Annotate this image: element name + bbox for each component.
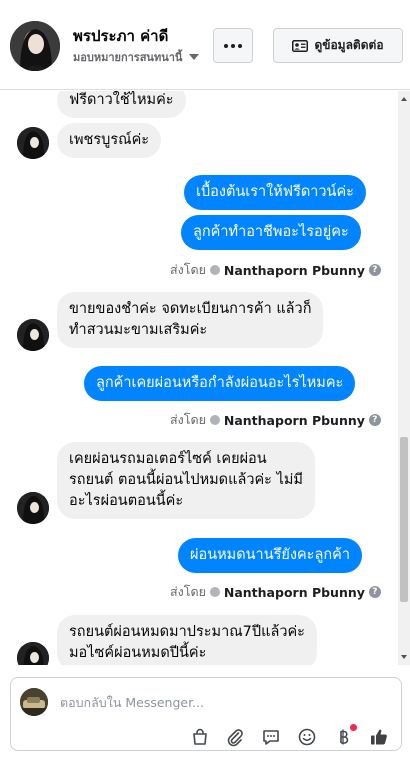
- incoming-message: ขายของชำค่ะ จดทะเบียนการค้า แล้วก็ ทำสวน…: [57, 292, 324, 348]
- message-text: ผ่อนหมดนานรึยังคะลูกค้า: [190, 547, 350, 563]
- contact-name: พรประภา ค่าดี: [73, 27, 169, 45]
- message-text: ลูกค้าเคยผ่อนหรือกำลังผ่อนอะไรไหมคะ: [96, 375, 344, 391]
- outgoing-message: เบื้องต้นเราให้ฟรีดาวน์ค่ะ: [184, 175, 366, 210]
- more-dots-icon: [224, 43, 228, 48]
- scroll-up-arrow-icon[interactable]: [401, 97, 407, 101]
- message-thread[interactable]: ฟรีดาวใช้ไหมค่ะ เพชรบูรณ์ค่ะ เบื้องต้นเร…: [0, 91, 410, 665]
- view-contact-button[interactable]: ดูข้อมูลติดต่อ: [273, 28, 403, 63]
- sent-by-prefix: ส่งโดย: [170, 412, 206, 427]
- message-text: อะไรผ่อนตอนนี้ค่ะ: [69, 493, 184, 509]
- message-text: ฟรีดาวใช้ไหมค่ะ: [69, 92, 174, 108]
- outgoing-message: ลูกค้าทำอาชีพอะไรอยู่คะ: [181, 215, 361, 250]
- more-options-button[interactable]: [213, 28, 253, 63]
- emoji-icon[interactable]: [296, 726, 318, 748]
- sent-by-label: ส่งโดย Nanthaporn Pbunny ?: [170, 582, 381, 602]
- conversation-header: พรประภา ค่าดี มอบหมายการสนทนานี้ ดูข้อมู…: [0, 0, 410, 90]
- shopping-bag-icon[interactable]: [189, 726, 211, 748]
- message-text: เบื้องต้นเราให้ฟรีดาวน์ค่ะ: [196, 184, 354, 200]
- message-text: เพชรบูรณ์ค่ะ: [69, 132, 150, 148]
- incoming-message: เคยผ่อนรถมอเตอร์ไซค์ เคยผ่อน รถยนต์ ตอนน…: [57, 442, 315, 519]
- sent-by-name: Nanthaporn Pbunny: [223, 584, 365, 600]
- chat-bubble-icon[interactable]: [260, 726, 282, 748]
- contact-avatar-small: [17, 319, 49, 351]
- page-badge-icon: [209, 415, 220, 425]
- message-text: รถยนต์ผ่อนหมดมาประมาณ7ปีแล้วค่ะ: [69, 624, 305, 640]
- sent-by-name: Nanthaporn Pbunny: [223, 262, 365, 278]
- contact-avatar[interactable]: [10, 21, 60, 71]
- paperclip-icon[interactable]: [224, 726, 246, 748]
- reply-input[interactable]: [60, 689, 380, 715]
- scrollbar-thumb[interactable]: [400, 437, 408, 602]
- assign-conversation-dropdown[interactable]: มอบหมายการสนทนานี้: [73, 48, 200, 66]
- help-icon[interactable]: ?: [368, 586, 381, 598]
- scroll-down-arrow-icon[interactable]: [401, 655, 407, 659]
- incoming-message: ฟรีดาวใช้ไหมค่ะ: [57, 91, 186, 118]
- help-icon[interactable]: ?: [368, 414, 381, 426]
- page-avatar: [20, 688, 48, 716]
- help-icon[interactable]: ?: [368, 264, 381, 276]
- caret-down-icon: [189, 54, 200, 60]
- message-text: เคยผ่อนรถมอเตอร์ไซค์ เคยผ่อน: [69, 451, 267, 467]
- thumbs-up-icon[interactable]: [368, 726, 390, 748]
- outgoing-message: ผ่อนหมดนานรึยังคะลูกค้า: [178, 538, 362, 573]
- message-text: ลูกค้าทำอาชีพอะไรอยู่คะ: [193, 224, 349, 240]
- sent-by-prefix: ส่งโดย: [170, 584, 206, 599]
- reply-composer: [10, 677, 402, 751]
- sent-by-label: ส่งโดย Nanthaporn Pbunny ?: [170, 410, 381, 430]
- message-text: รถยนต์ ตอนนี้ผ่อนไปหมดแล้วค่ะ ไม่มี: [69, 472, 303, 488]
- contact-avatar-small: [17, 492, 49, 524]
- message-text: มอไซค์ผ่อนหมดปีนี้ค่ะ: [69, 645, 207, 661]
- page-badge-icon: [209, 265, 220, 275]
- incoming-message: รถยนต์ผ่อนหมดมาประมาณ7ปีแล้วค่ะ มอไซค์ผ่…: [57, 615, 317, 665]
- incoming-message: เพชรบูรณ์ค่ะ: [57, 123, 162, 158]
- sent-by-label: ส่งโดย Nanthaporn Pbunny ?: [170, 260, 381, 280]
- contact-avatar-small: [17, 127, 49, 159]
- page-badge-icon: [209, 587, 220, 597]
- contact-card-icon: [292, 39, 309, 52]
- contact-avatar-small: [17, 642, 49, 665]
- sent-by-name: Nanthaporn Pbunny: [223, 412, 365, 428]
- message-text: ขายของชำค่ะ จดทะเบียนการค้า แล้วก็: [69, 301, 312, 317]
- outgoing-message: ลูกค้าเคยผ่อนหรือกำลังผ่อนอะไรไหมคะ: [84, 366, 356, 401]
- view-contact-label: ดูข้อมูลติดต่อ: [314, 38, 384, 52]
- assign-conversation-label: มอบหมายการสนทนานี้: [73, 51, 183, 64]
- message-text: ทำสวนมะขามเสริมค่ะ: [69, 322, 208, 338]
- notification-dot: [350, 724, 357, 731]
- sent-by-prefix: ส่งโดย: [170, 262, 206, 277]
